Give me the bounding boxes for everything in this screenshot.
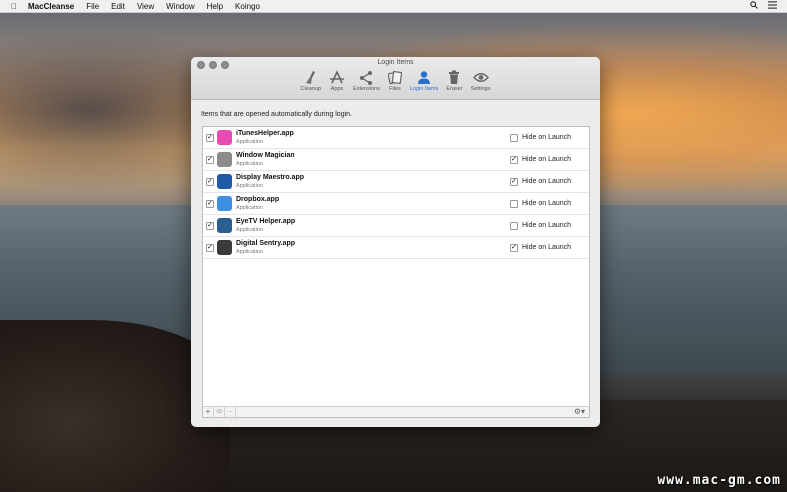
hide-on-launch-checkbox[interactable]: ✓ — [510, 244, 518, 252]
toolbar-login-items-label: Login Items — [409, 86, 439, 92]
notification-center-icon[interactable] — [768, 1, 777, 11]
login-items-window: Login Items Cleanup Apps Extensions File… — [191, 57, 600, 427]
app-icon — [217, 218, 232, 233]
app-kind: Application — [236, 139, 263, 145]
hide-on-launch-label: Hide on Launch — [522, 222, 572, 229]
spotlight-search-icon[interactable] — [750, 1, 758, 11]
share-icon — [359, 69, 373, 85]
user-icon — [417, 69, 431, 85]
hide-on-launch-checkbox[interactable] — [510, 200, 518, 208]
app-kind: Application — [236, 183, 263, 189]
menu-window[interactable]: Window — [166, 2, 194, 11]
remove-item-button[interactable]: − — [225, 407, 236, 417]
app-name: EyeTV Helper.app — [236, 218, 296, 225]
toolbar-settings-label: Settings — [470, 86, 491, 92]
hide-on-launch-label: Hide on Launch — [522, 200, 572, 207]
app-icon — [217, 130, 232, 145]
hide-on-launch-checkbox[interactable] — [510, 222, 518, 230]
enable-checkbox[interactable]: ✓ — [206, 134, 214, 142]
app-kind: Application — [236, 249, 263, 255]
reveal-item-button[interactable] — [214, 407, 225, 417]
app-kind: Application — [236, 205, 263, 211]
menu-bar:  MacCleanse File Edit View Window Help … — [0, 0, 787, 13]
add-item-button[interactable]: + — [203, 407, 214, 417]
app-icon — [217, 196, 232, 211]
broom-icon — [304, 69, 318, 85]
toolbar-eraser-label: Eraser — [446, 86, 463, 92]
login-item-row[interactable]: ✓ EyeTV Helper.app Application Hide on Laun… — [203, 215, 589, 237]
app-kind: Application — [236, 161, 263, 167]
enable-checkbox[interactable]: ✓ — [206, 222, 214, 230]
toolbar-settings[interactable]: Settings — [469, 69, 493, 92]
enable-checkbox[interactable]: ✓ — [206, 178, 214, 186]
hide-on-launch-checkbox[interactable]: ✓ — [510, 178, 518, 186]
files-icon — [387, 69, 402, 85]
login-item-row[interactable]: ✓ iTunesHelper.app Application Hide on Laun… — [203, 127, 589, 149]
toolbar-files-label: Files — [389, 86, 401, 92]
login-item-row[interactable]: ✓ Display Maestro.app Application ✓ Hide on … — [203, 171, 589, 193]
menu-help[interactable]: Help — [207, 2, 223, 11]
menu-koingo[interactable]: Koingo — [235, 2, 260, 11]
menu-app-name[interactable]: MacCleanse — [28, 2, 74, 11]
list-bottom-bar: + − ⚙▾ — [203, 406, 589, 417]
menu-edit[interactable]: Edit — [111, 2, 125, 11]
app-name: Dropbox.app — [236, 196, 280, 203]
login-items-description: Items that are opened automatically duri… — [201, 111, 352, 118]
apple-menu-icon[interactable]:  — [0, 2, 28, 11]
hide-on-launch-label: Hide on Launch — [522, 178, 572, 185]
enable-checkbox[interactable]: ✓ — [206, 156, 214, 164]
watermark: www.mac-gm.com — [657, 473, 781, 488]
menu-file[interactable]: File — [86, 2, 99, 11]
app-name: Digital Sentry.app — [236, 240, 295, 247]
toolbar-eraser[interactable]: Eraser — [444, 69, 464, 92]
app-icon — [217, 152, 232, 167]
hide-on-launch-checkbox[interactable] — [510, 134, 518, 142]
login-item-row[interactable]: ✓ Window Magician Application ✓ Hide on Laun… — [203, 149, 589, 171]
hide-on-launch-label: Hide on Launch — [522, 244, 572, 251]
login-items-list[interactable]: ✓ iTunesHelper.app Application Hide on Laun… — [202, 126, 590, 418]
toolbar-cleanup-label: Cleanup — [300, 86, 322, 92]
app-icon — [217, 174, 232, 189]
login-item-row[interactable]: ✓ Digital Sentry.app Application ✓ Hide on L… — [203, 237, 589, 259]
window-titlebar[interactable]: Login Items Cleanup Apps Extensions File… — [191, 57, 600, 100]
login-item-row[interactable]: ✓ Dropbox.app Application Hide on Launch — [203, 193, 589, 215]
gear-icon[interactable]: ⚙▾ — [574, 407, 585, 417]
app-kind: Application — [236, 227, 263, 233]
toolbar-cleanup[interactable]: Cleanup — [299, 69, 324, 92]
toolbar-apps[interactable]: Apps — [327, 69, 347, 92]
toolbar-extensions-label: Extensions — [353, 86, 380, 92]
toolbar-login-items[interactable]: Login Items — [408, 69, 440, 92]
apps-icon — [329, 69, 345, 85]
hide-on-launch-label: Hide on Launch — [522, 134, 572, 141]
toolbar: Cleanup Apps Extensions Files Login Item… — [191, 69, 600, 92]
app-icon — [217, 240, 232, 255]
enable-checkbox[interactable]: ✓ — [206, 244, 214, 252]
toolbar-files[interactable]: Files — [386, 69, 404, 92]
enable-checkbox[interactable]: ✓ — [206, 200, 214, 208]
menu-view[interactable]: View — [137, 2, 154, 11]
app-name: iTunesHelper.app — [236, 130, 294, 137]
hide-on-launch-checkbox[interactable]: ✓ — [510, 156, 518, 164]
window-title: Login Items — [377, 59, 414, 66]
app-name: Window Magician — [236, 152, 295, 159]
toolbar-apps-label: Apps — [330, 86, 344, 92]
trash-icon — [448, 69, 460, 85]
toolbar-extensions[interactable]: Extensions — [351, 69, 382, 92]
app-name: Display Maestro.app — [236, 174, 305, 181]
eye-settings-icon — [472, 69, 489, 85]
hide-on-launch-label: Hide on Launch — [522, 156, 572, 163]
